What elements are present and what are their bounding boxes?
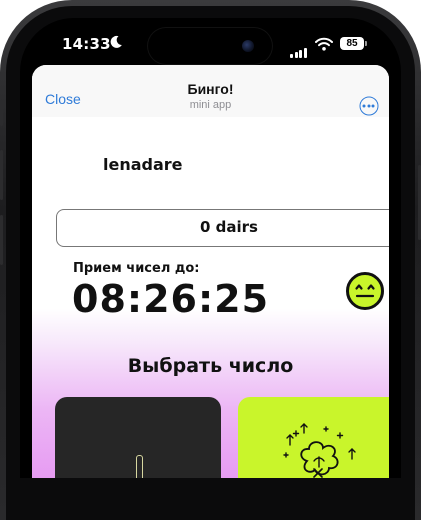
number-glyph <box>136 455 143 478</box>
mini-app-title: Бинго! <box>187 81 234 97</box>
pick-number-title: Выбрать число <box>127 355 294 377</box>
camera-icon <box>242 40 254 52</box>
dynamic-island <box>148 28 272 64</box>
status-bar: 14:33 85 <box>20 18 401 68</box>
battery-icon: 85 <box>340 37 364 50</box>
username: lenadare <box>103 155 183 174</box>
deadline-label: Прием чисел до: <box>73 261 200 276</box>
volume-down-button <box>0 215 3 265</box>
status-time: 14:33 <box>62 35 111 53</box>
phone-screen: 14:33 85 Close Бинго! mini app lenadare … <box>20 18 401 478</box>
more-options-icon[interactable] <box>359 96 379 116</box>
countdown-timer: 08:26:25 <box>72 277 270 321</box>
smiley-icon[interactable] <box>346 272 384 310</box>
volume-up-button <box>0 150 3 200</box>
battery-tip <box>365 41 367 46</box>
number-card-dark[interactable] <box>55 397 221 478</box>
mini-app-sheet: Close Бинго! mini app lenadare 0 dairs П… <box>32 65 389 478</box>
mini-app-header: Close Бинго! mini app <box>32 65 389 117</box>
moon-icon <box>110 35 122 48</box>
signal-icon <box>290 39 308 58</box>
mini-app-subtitle: mini app <box>189 99 232 111</box>
mute-switch <box>0 100 3 126</box>
balance-box: 0 dairs <box>56 209 389 247</box>
wifi-icon <box>315 37 333 51</box>
clover-icon <box>283 423 356 478</box>
number-card-lime[interactable] <box>238 397 389 478</box>
